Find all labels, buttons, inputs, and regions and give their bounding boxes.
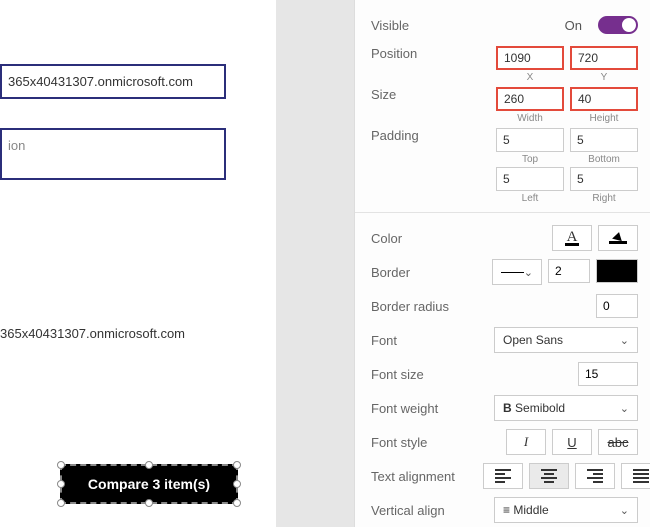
font-color-button[interactable]: A	[552, 225, 592, 251]
align-center-icon	[541, 469, 557, 483]
position-label: Position	[371, 46, 483, 61]
fill-color-button[interactable]	[598, 225, 638, 251]
compare-button[interactable]: Compare 3 item(s)	[60, 464, 238, 504]
valign-icon: ≡	[503, 503, 510, 517]
size-width-input[interactable]	[496, 87, 564, 111]
font-weight-value: Semibold	[515, 401, 565, 415]
chevron-down-icon: ⌄	[620, 504, 629, 517]
sel-handle-tl[interactable]	[57, 461, 65, 469]
email-display-1: 365x40431307.onmicrosoft.com	[0, 64, 226, 99]
sel-handle-br[interactable]	[233, 499, 241, 507]
sel-handle-tc[interactable]	[145, 461, 153, 469]
border-width-input[interactable]	[548, 259, 590, 283]
prop-padding-2: Left Right	[371, 167, 638, 204]
size-width-sublabel: Width	[517, 113, 543, 124]
canvas-area: 365x40431307.onmicrosoft.com ion 365x404…	[0, 0, 276, 527]
padding-top-sublabel: Top	[522, 154, 538, 165]
align-justify-icon	[633, 469, 649, 483]
padding-label: Padding	[371, 128, 483, 143]
prop-vertical-align: Vertical align ≡ Middle ⌄	[371, 495, 638, 525]
fill-icon	[609, 232, 627, 244]
prop-font-size: Font size	[371, 359, 638, 389]
chevron-down-icon: ⌄	[524, 266, 533, 279]
compare-button-label: Compare 3 item(s)	[88, 476, 210, 492]
align-center-button[interactable]	[529, 463, 569, 489]
size-height-input[interactable]	[570, 87, 638, 111]
prop-border: Border ⌄	[371, 257, 638, 287]
size-label: Size	[371, 87, 483, 102]
padding-bottom-input[interactable]	[570, 128, 638, 152]
sel-handle-ml[interactable]	[57, 480, 65, 488]
prop-color: Color A	[371, 223, 638, 253]
position-x-input[interactable]	[496, 46, 564, 70]
align-right-button[interactable]	[575, 463, 615, 489]
padding-left-input[interactable]	[496, 167, 564, 191]
size-height-sublabel: Height	[590, 113, 619, 124]
underline-button[interactable]: U	[552, 429, 592, 455]
text-align-label: Text alignment	[371, 469, 483, 484]
color-label: Color	[371, 231, 483, 246]
prop-padding: Padding Top Bottom	[371, 128, 638, 165]
padding-left-sublabel: Left	[522, 193, 539, 204]
align-right-icon	[587, 469, 603, 483]
email-display-2: 365x40431307.onmicrosoft.com	[0, 326, 185, 341]
properties-panel: Visible On Position X Y Size Width	[354, 0, 650, 527]
prop-text-align: Text alignment	[371, 461, 638, 491]
font-weight-dropdown[interactable]: B Semibold ⌄	[494, 395, 638, 421]
sel-handle-bl[interactable]	[57, 499, 65, 507]
font-label: Font	[371, 333, 483, 348]
padding-right-input[interactable]	[570, 167, 638, 191]
prop-font-weight: Font weight B Semibold ⌄	[371, 393, 638, 423]
font-dropdown[interactable]: Open Sans ⌄	[494, 327, 638, 353]
visible-toggle[interactable]	[598, 16, 638, 34]
font-style-label: Font style	[371, 435, 483, 450]
visible-state: On	[565, 18, 582, 33]
padding-bottom-sublabel: Bottom	[588, 154, 620, 165]
font-size-label: Font size	[371, 367, 483, 382]
prop-font: Font Open Sans ⌄	[371, 325, 638, 355]
font-color-icon: A	[565, 231, 580, 246]
font-value: Open Sans	[503, 333, 563, 347]
position-x-sublabel: X	[527, 72, 534, 83]
align-left-icon	[495, 469, 511, 483]
border-style-dropdown[interactable]: ⌄	[492, 259, 542, 285]
align-justify-button[interactable]	[621, 463, 650, 489]
position-y-input[interactable]	[570, 46, 638, 70]
bold-icon: B	[503, 401, 512, 415]
font-weight-label: Font weight	[371, 401, 483, 416]
underline-icon: U	[567, 435, 576, 450]
canvas-gutter	[276, 0, 354, 527]
font-size-input[interactable]	[578, 362, 638, 386]
strikethrough-button[interactable]: abc	[598, 429, 638, 455]
padding-top-input[interactable]	[496, 128, 564, 152]
padding-right-sublabel: Right	[592, 193, 615, 204]
border-color-swatch[interactable]	[596, 259, 638, 283]
border-radius-input[interactable]	[596, 294, 638, 318]
prop-border-radius: Border radius	[371, 291, 638, 321]
prop-font-style: Font style I U abc	[371, 427, 638, 457]
sel-handle-bc[interactable]	[145, 499, 153, 507]
vertical-align-dropdown[interactable]: ≡ Middle ⌄	[494, 497, 638, 523]
vertical-align-value: Middle	[513, 503, 548, 517]
italic-button[interactable]: I	[506, 429, 546, 455]
visible-label: Visible	[371, 18, 483, 33]
align-left-button[interactable]	[483, 463, 523, 489]
chevron-down-icon: ⌄	[620, 334, 629, 347]
chevron-down-icon: ⌄	[620, 402, 629, 415]
position-y-sublabel: Y	[601, 72, 608, 83]
text-input-box[interactable]: ion	[0, 128, 226, 180]
divider	[355, 212, 650, 213]
vertical-align-label: Vertical align	[371, 503, 483, 518]
sel-handle-tr[interactable]	[233, 461, 241, 469]
sel-handle-mr[interactable]	[233, 480, 241, 488]
line-icon	[501, 272, 524, 273]
prop-position: Position X Y	[371, 46, 638, 83]
prop-visible: Visible On	[371, 10, 638, 40]
italic-icon: I	[524, 434, 528, 450]
strikethrough-icon: abc	[608, 435, 629, 450]
border-radius-label: Border radius	[371, 299, 483, 314]
prop-size: Size Width Height	[371, 87, 638, 124]
border-label: Border	[371, 265, 483, 280]
